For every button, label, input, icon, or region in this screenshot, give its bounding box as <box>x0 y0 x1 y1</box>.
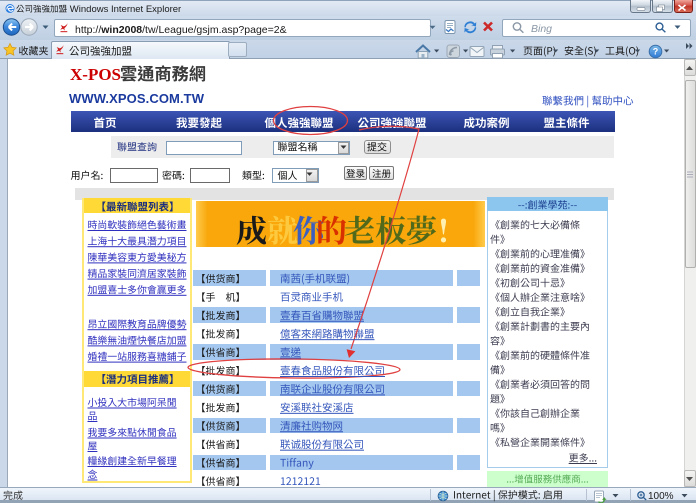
svg-text:?: ? <box>653 47 659 57</box>
